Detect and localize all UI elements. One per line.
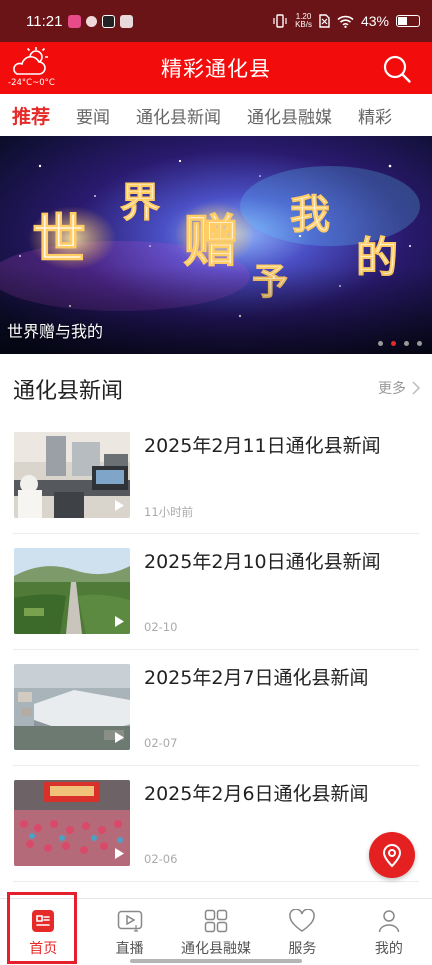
- chevron-right-icon: [412, 381, 420, 395]
- mail-icon: [120, 14, 134, 28]
- news-item[interactable]: 2025年2月11日通化县新闻 11小时前: [13, 418, 419, 534]
- news-title: 2025年2月10日通化县新闻: [144, 551, 381, 573]
- heart-service-icon: [289, 909, 316, 932]
- news-time: 02-10: [144, 620, 178, 634]
- nav-label: 服务: [288, 941, 317, 957]
- news-item[interactable]: 2025年2月7日通化县新闻 02-07: [13, 650, 419, 766]
- carousel-dot[interactable]: [378, 341, 383, 346]
- carousel-dot[interactable]: [417, 341, 422, 346]
- battery-icon: [396, 15, 420, 27]
- nav-service[interactable]: 服务: [259, 899, 345, 965]
- banner-caption: 世界赠与我的: [7, 322, 104, 341]
- gesture-bar[interactable]: [130, 959, 302, 963]
- leaf-notification-icon: [86, 15, 98, 27]
- news-thumbnail: [14, 548, 130, 634]
- network-speed: 1.20 KB/s: [295, 13, 312, 29]
- nav-profile[interactable]: 我的: [346, 899, 432, 965]
- location-pin-icon: [382, 844, 402, 868]
- news-time: 02-06: [144, 852, 178, 866]
- news-title: 2025年2月11日通化县新闻: [144, 435, 381, 457]
- channel-tabs: 推荐 要闻 通化县新闻 通化县融媒 精彩: [0, 94, 432, 136]
- more-label: 更多: [378, 381, 406, 397]
- wifi-icon: [337, 15, 354, 28]
- news-thumbnail: [14, 432, 130, 518]
- vibrate-icon: [273, 14, 287, 28]
- battery-percent: 43%: [360, 13, 389, 29]
- app-header: -24°C~0°C 精彩通化县: [0, 42, 432, 94]
- news-time: 02-07: [144, 736, 178, 750]
- news-title: 2025年2月6日通化县新闻: [144, 783, 369, 805]
- tab-headlines[interactable]: 要闻: [76, 103, 110, 128]
- news-list: 2025年2月11日通化县新闻 11小时前 2025年2月10日通化县新闻 02…: [0, 418, 432, 882]
- app-notification-icon: [68, 14, 82, 28]
- tab-highlights[interactable]: 精彩: [358, 103, 392, 128]
- cloud-sun-icon: [13, 47, 48, 75]
- nav-label: 直播: [115, 941, 144, 957]
- live-video-icon: [117, 910, 142, 932]
- app-title: 精彩通化县: [161, 57, 271, 81]
- tab-recommend[interactable]: 推荐: [12, 102, 50, 129]
- more-link[interactable]: 更多: [378, 378, 420, 398]
- news-item[interactable]: 2025年2月6日通化县新闻 02-06: [13, 766, 419, 882]
- carousel-dot-active[interactable]: [391, 341, 396, 346]
- tiktok-icon: [102, 14, 116, 28]
- weather-widget[interactable]: -24°C~0°C: [8, 46, 64, 90]
- carousel-indicator: [378, 341, 422, 346]
- play-icon: [115, 616, 124, 627]
- news-title: 2025年2月7日通化县新闻: [144, 667, 369, 689]
- nav-live[interactable]: 直播: [86, 899, 172, 965]
- section-title: 通化县新闻: [13, 379, 124, 404]
- nav-label: 通化县融媒: [181, 941, 252, 957]
- weather-temperature: -24°C~0°C: [8, 78, 55, 88]
- play-icon: [115, 500, 124, 511]
- search-icon[interactable]: [382, 54, 412, 84]
- status-time: 11:21: [26, 12, 63, 30]
- no-sim-icon: [319, 14, 330, 28]
- nav-county-media[interactable]: 通化县融媒: [173, 899, 259, 965]
- tab-county-news[interactable]: 通化县新闻: [136, 103, 221, 128]
- play-icon: [115, 848, 124, 859]
- banner-carousel[interactable]: 世 界 赠 予 我 的 世界赠与我的: [0, 136, 432, 354]
- nav-label: 我的: [374, 941, 403, 957]
- selected-tab-highlight: [7, 892, 77, 964]
- status-bar: 11:21 1.20 KB/s 43%: [0, 0, 432, 42]
- news-thumbnail: [14, 780, 130, 866]
- grid-apps-icon: [204, 909, 228, 933]
- location-button[interactable]: [369, 832, 415, 878]
- news-thumbnail: [14, 664, 130, 750]
- news-item[interactable]: 2025年2月10日通化县新闻 02-10: [13, 534, 419, 650]
- play-icon: [115, 732, 124, 743]
- network-speed-unit: KB/s: [295, 20, 312, 29]
- user-profile-icon: [378, 910, 400, 933]
- news-time: 11小时前: [144, 505, 194, 519]
- carousel-dot[interactable]: [404, 341, 409, 346]
- tab-county-media[interactable]: 通化县融媒: [247, 103, 332, 128]
